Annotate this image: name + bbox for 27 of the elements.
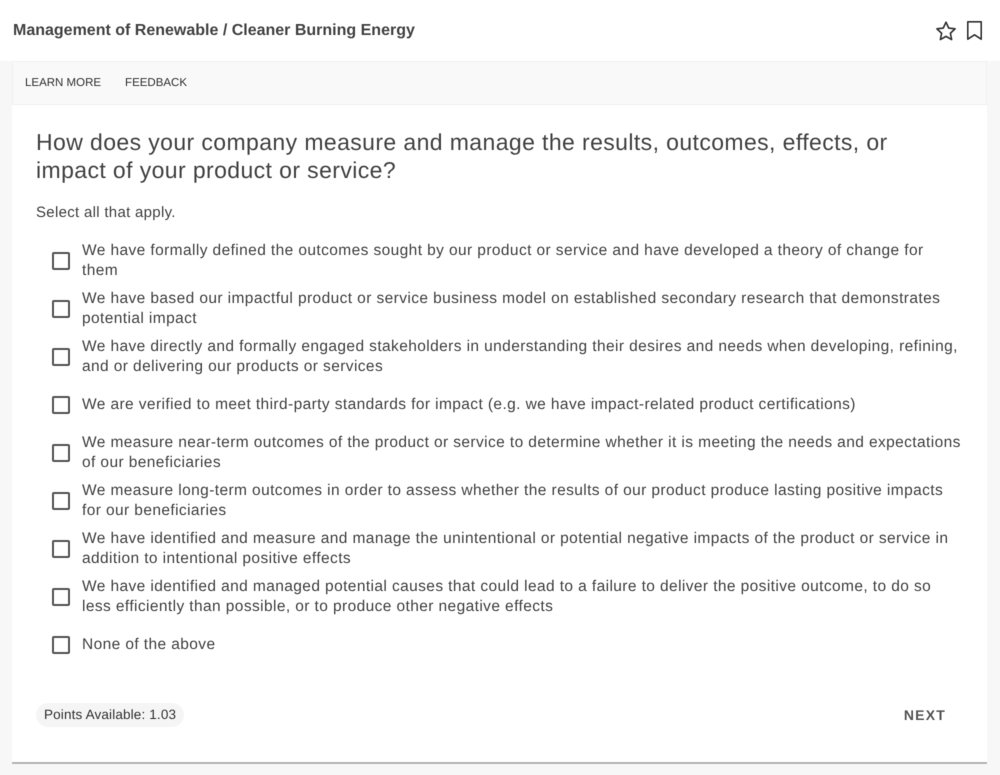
option-label[interactable]: We have identified and managed potential causes that could lead to a failure to deliver the positive outcome, to do so less efficiently than possible, or to produce other negative effects [82,577,962,617]
nav-link[interactable]: FEEDBACK [125,77,188,89]
next-button[interactable]: NEXT [888,699,962,731]
page-title: Management of Renewable / Cleaner Burning Energy [13,22,415,40]
points-chip: Points Available: 1.03 [36,703,184,727]
option-label[interactable]: We have based our impactful product or service business model on established secondary research that demonstrates potential impact [82,289,962,329]
checkbox[interactable] [52,588,70,606]
option-label[interactable]: We have directly and formally engaged stakeholders in understanding their desires and needs when developing, refining, and or delivering our products or services [82,337,962,377]
option-label[interactable]: We are verified to meet third-party standards for impact (e.g. we have impact-related product certifications) [82,395,856,415]
checkbox[interactable] [52,252,70,270]
checkbox[interactable] [52,396,70,414]
bookmark-icon[interactable] [967,21,982,40]
checkbox[interactable] [52,636,70,654]
checkbox[interactable] [52,300,70,318]
option-label[interactable]: None of the above [82,635,216,655]
star-icon[interactable] [936,20,956,40]
option-label[interactable]: We have identified and measure and manage the unintentional or potential negative impacts of the product or service in addition to intentional positive effects [82,529,962,569]
checkbox[interactable] [52,540,70,558]
option-label[interactable]: We measure long-term outcomes in order to assess whether the results of our product produce lasting positive impacts for our beneficiaries [82,481,962,521]
checkbox[interactable] [52,348,70,366]
checkbox[interactable] [52,444,70,462]
checkbox[interactable] [52,492,70,510]
nav-link[interactable]: LEARN MORE [25,77,102,89]
option-label[interactable]: We measure near-term outcomes of the product or service to determine whether it is meeting the needs and expectations of our beneficiaries [82,433,962,473]
instruction-text: Select all that apply. [36,203,177,223]
option-label[interactable]: We have formally defined the outcomes sought by our product or service and have developed a theory of change for them [82,241,962,281]
question-title: How does your company measure and manage the results, outcomes, effects, or impact of your product or service? [36,128,889,184]
